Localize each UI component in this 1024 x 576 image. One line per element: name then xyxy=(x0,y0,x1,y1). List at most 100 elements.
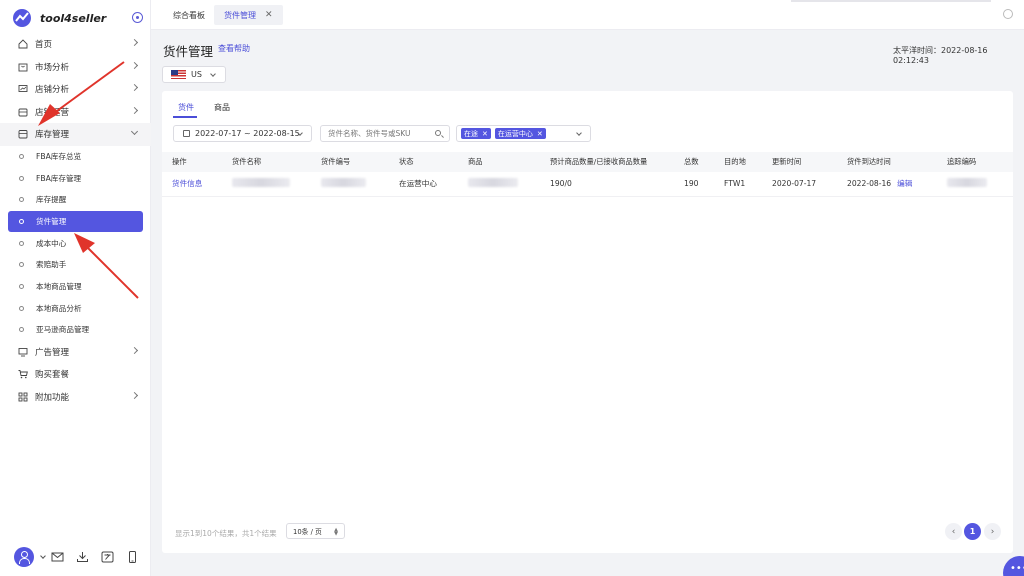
close-icon[interactable]: ✕ xyxy=(482,130,488,138)
bullet-icon xyxy=(19,283,24,289)
box-icon xyxy=(18,130,28,139)
sidebar-subitem-amazon-products[interactable]: 亚马逊商品管理 xyxy=(0,319,151,341)
destination-cell: FTW1 xyxy=(714,172,762,197)
chevron-down-icon xyxy=(576,130,582,136)
sidebar-subitem-local-products[interactable]: 本地商品管理 xyxy=(0,276,151,298)
column-header: 目的地 xyxy=(714,152,762,172)
tab-dashboard[interactable]: 综合看板 xyxy=(173,5,205,25)
monitor-icon xyxy=(18,347,28,357)
product-cell xyxy=(458,172,540,197)
status-filter[interactable]: 在途 ✕ 在运营中心 ✕ xyxy=(456,125,591,142)
chevron-down-icon[interactable] xyxy=(40,553,46,559)
sidebar-menu: 首页 市场分析 店铺分析 店铺运营 库存管理 FBA库存总览 FBA库存管理 库… xyxy=(0,33,151,408)
sidebar-item-addons[interactable]: 附加功能 xyxy=(0,386,151,409)
chart-icon xyxy=(18,85,28,93)
date-range-picker[interactable]: 2022-07-17 ~ 2022-08-15 xyxy=(173,125,312,142)
page-size-select[interactable]: 10条 / 页 ▲ ▼ xyxy=(286,523,345,539)
sidebar-subitem-claims[interactable]: 索赔助手 xyxy=(0,254,151,276)
tab-shipments-list[interactable]: 货件 xyxy=(178,102,194,113)
bullet-icon xyxy=(19,327,24,333)
edit-link[interactable]: 编辑 xyxy=(897,179,912,188)
sidebar-subitem-stock-alert[interactable]: 库存提醒 xyxy=(0,189,151,211)
table-row: 货件信息 在运营中心 190/0 190 FTW1 2020-07-17 202… xyxy=(162,172,1013,197)
shipments-table: 操作 货件名称 货件编号 状态 商品 预计商品数量/已接收商品数量 总数 目的地… xyxy=(162,152,1013,197)
collapse-sidebar-icon[interactable] xyxy=(132,12,143,23)
search-icon[interactable] xyxy=(435,130,441,136)
column-header: 总数 xyxy=(674,152,714,172)
tab-products[interactable]: 商品 xyxy=(214,102,230,113)
help-link[interactable]: 查看帮助 xyxy=(218,43,250,54)
chip-label: 在途 xyxy=(464,129,478,138)
grid-icon xyxy=(18,392,28,402)
logo[interactable]: tool4seller xyxy=(12,8,106,28)
pagination-summary: 显示1到10个结果，共1个结果 xyxy=(175,529,277,538)
chevron-right-icon xyxy=(130,391,139,399)
sidebar-subitem-label: FBA库存管理 xyxy=(36,173,82,183)
active-tab-indicator xyxy=(173,116,197,118)
language-icon[interactable] xyxy=(101,551,114,563)
shipment-id-cell xyxy=(311,172,389,197)
home-icon xyxy=(18,39,28,49)
next-page-button[interactable]: › xyxy=(984,523,1001,540)
store-icon xyxy=(18,108,28,117)
quantity-cell: 190/0 xyxy=(540,172,674,197)
sidebar-item-label: 购买套餐 xyxy=(35,370,70,381)
download-icon[interactable] xyxy=(76,551,89,563)
chevron-right-icon xyxy=(130,61,139,69)
us-flag-icon xyxy=(171,70,186,79)
status-chip-at-fc[interactable]: 在运营中心 ✕ xyxy=(494,128,546,139)
sidebar-item-market[interactable]: 市场分析 xyxy=(0,56,151,79)
page-1-button[interactable]: 1 xyxy=(964,523,981,540)
shipments-card: 货件 商品 2022-07-17 ~ 2022-08-15 在途 ✕ 在运营中心 ✕… xyxy=(162,91,1013,553)
sidebar-subitem-shipments[interactable]: 货件管理 xyxy=(8,210,143,233)
mobile-icon[interactable] xyxy=(126,551,139,563)
sidebar-subitem-label: 亚马逊商品管理 xyxy=(36,325,90,335)
column-header: 操作 xyxy=(162,152,222,172)
sidebar-item-purchase[interactable]: 购买套餐 xyxy=(0,363,151,386)
calendar-icon xyxy=(183,130,190,137)
date-range-value: 2022-07-17 ~ 2022-08-15 xyxy=(195,129,300,138)
redacted-value xyxy=(468,178,518,188)
sidebar-item-store-ops[interactable]: 店铺运营 xyxy=(0,101,151,124)
chevron-down-icon xyxy=(130,127,139,136)
country-selector[interactable]: US xyxy=(162,66,226,83)
bullet-icon xyxy=(19,262,24,268)
sidebar-subitem-label: 成本中心 xyxy=(36,238,67,248)
close-icon[interactable]: ✕ xyxy=(265,10,273,20)
sidebar-item-label: 市场分析 xyxy=(35,62,70,73)
status-chip-in-transit[interactable]: 在途 ✕ xyxy=(461,128,491,139)
tab-shipments[interactable]: 货件管理 ✕ xyxy=(214,5,283,25)
sidebar-subitem-label: 索赔助手 xyxy=(36,260,67,270)
sidebar-subitem-fba-overview[interactable]: FBA库存总览 xyxy=(0,146,151,168)
redacted-value xyxy=(321,178,366,188)
mail-icon[interactable] xyxy=(51,551,64,563)
table-header-row: 操作 货件名称 货件编号 状态 商品 预计商品数量/已接收商品数量 总数 目的地… xyxy=(162,152,1013,172)
bullet-icon xyxy=(19,218,24,224)
prev-page-button[interactable]: ‹ xyxy=(945,523,962,540)
column-header: 商品 xyxy=(458,152,540,172)
sidebar-subitem-local-analysis[interactable]: 本地商品分析 xyxy=(0,297,151,319)
column-header: 货件编号 xyxy=(311,152,389,172)
sidebar-item-label: 库存管理 xyxy=(35,130,70,141)
column-header: 追踪编码 xyxy=(937,152,1013,172)
shipment-info-link[interactable]: 货件信息 xyxy=(162,172,222,197)
sidebar-item-inventory[interactable]: 库存管理 xyxy=(0,123,151,146)
total-cell: 190 xyxy=(674,172,714,197)
sidebar-item-ads[interactable]: 广告管理 xyxy=(0,341,151,364)
tab-label: 货件管理 xyxy=(224,10,256,20)
search-input[interactable] xyxy=(320,125,450,142)
close-icon[interactable]: ✕ xyxy=(537,130,543,138)
sidebar-item-home[interactable]: 首页 xyxy=(0,33,151,56)
sidebar-item-store-analysis[interactable]: 店铺分析 xyxy=(0,78,151,101)
status-cell: 在运营中心 xyxy=(389,172,458,197)
sidebar-subitem-cost-center[interactable]: 成本中心 xyxy=(0,232,151,254)
sidebar-footer xyxy=(14,547,151,567)
history-icon[interactable] xyxy=(1003,9,1013,19)
user-avatar[interactable] xyxy=(14,547,34,567)
cart-icon xyxy=(18,370,28,379)
sidebar-subitem-label: 库存提醒 xyxy=(36,195,67,205)
sidebar-subitem-fba-management[interactable]: FBA库存管理 xyxy=(0,167,151,189)
more-actions-button[interactable]: ••• xyxy=(1003,556,1024,576)
sidebar-item-label: 店铺运营 xyxy=(35,107,70,118)
arrival-cell: 2022-08-16 编辑 xyxy=(837,172,937,197)
